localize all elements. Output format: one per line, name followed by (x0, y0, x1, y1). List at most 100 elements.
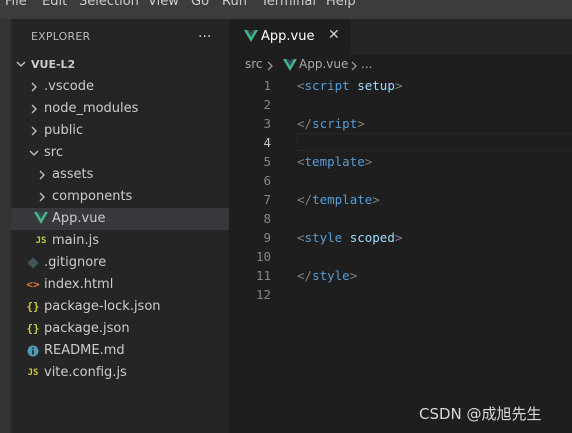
chevron-down-icon (29, 150, 39, 156)
code-line: <template> (297, 154, 372, 169)
breadcrumb-folder[interactable]: src (245, 57, 263, 71)
tab-bar: App.vue ✕ (229, 19, 572, 54)
code-line: </template> (297, 192, 380, 207)
tree-item-label: src (44, 145, 63, 160)
tree-item-label: App.vue (52, 211, 106, 226)
menu-help[interactable]: Help (326, 0, 356, 9)
tree-item-label: README.md (44, 343, 125, 358)
code-token: style (304, 230, 343, 245)
chevron-right-icon (31, 82, 37, 92)
tree-item-vite-config-js[interactable]: JS vite.config.js (11, 362, 229, 384)
menu-selection[interactable]: Selection (79, 0, 139, 9)
tree-item-readme-md[interactable]: README.md (11, 340, 229, 362)
more-actions-icon[interactable]: ... (198, 25, 211, 41)
code-token: > (364, 154, 373, 169)
tab-app-vue[interactable]: App.vue ✕ (229, 19, 351, 54)
tree-item-gitignore[interactable]: .gitignore (11, 252, 229, 274)
code-token: template (312, 192, 373, 207)
vscode-window: File Edit Selection View Go Run Terminal… (0, 0, 572, 433)
tree-item-label: node_modules (44, 101, 139, 116)
project-folder-row[interactable]: VUE-L2 (11, 54, 229, 76)
menu-view[interactable]: View (148, 0, 179, 9)
tree-item-main-js[interactable]: JS main.js (11, 230, 229, 252)
tree-item-assets[interactable]: assets (11, 164, 229, 186)
tree-item-label: components (52, 189, 133, 204)
tree-item-label: public (44, 123, 84, 138)
code-token: scoped (349, 230, 395, 245)
menu-bar: File Edit Selection View Go Run Terminal… (0, 0, 572, 19)
line-number: 1 (263, 78, 271, 93)
tab-label: App.vue (261, 29, 315, 44)
activity-bar (0, 19, 11, 433)
tree-item-components[interactable]: components (11, 186, 229, 208)
code-token: > (394, 230, 403, 245)
code-token: script (304, 78, 350, 93)
code-line: <style scoped> (297, 230, 402, 245)
tree-item-vscode[interactable]: .vscode (11, 76, 229, 98)
js-icon: JS (27, 368, 39, 378)
tree-item-label: package-lock.json (44, 299, 161, 314)
editor-pane: App.vue ✕ src App.vue ... 1 2 3 4 5 6 7 … (229, 19, 572, 433)
chevron-right-icon (39, 192, 45, 202)
html-icon: <> (26, 278, 40, 291)
json-icon: {} (26, 300, 40, 313)
code-token: < (297, 230, 305, 245)
vue-icon (283, 59, 297, 71)
vue-icon (244, 30, 258, 42)
tree-item-label: vite.config.js (44, 365, 127, 380)
tree-item-label: index.html (44, 277, 114, 292)
line-number: 6 (263, 173, 271, 188)
line-number: 8 (263, 211, 271, 226)
line-number: 3 (263, 116, 271, 131)
code-token: style (312, 268, 350, 283)
code-line: </script> (297, 116, 365, 131)
menu-terminal[interactable]: Terminal (261, 0, 316, 9)
menu-edit[interactable]: Edit (42, 0, 67, 9)
code-area[interactable]: 1 2 3 4 5 6 7 8 9 10 11 12 <script setup… (229, 76, 572, 433)
watermark: CSDN @成旭先生 (419, 405, 542, 423)
line-number: 4 (263, 135, 271, 150)
tree-item-public[interactable]: public (11, 120, 229, 142)
chevron-right-icon (31, 126, 37, 136)
code-token: < (297, 78, 305, 93)
code-token: > (349, 268, 358, 283)
tree-item-index-html[interactable]: <> index.html (11, 274, 229, 296)
chevron-down-icon (16, 61, 26, 67)
tree-item-node-modules[interactable]: node_modules (11, 98, 229, 120)
code-line: <script setup> (297, 78, 402, 93)
menu-run[interactable]: Run (222, 0, 247, 9)
breadcrumb: src App.vue ... (229, 54, 572, 76)
explorer-sidebar: EXPLORER ... VUE-L2 .vscode node_modules (11, 19, 229, 433)
tree-item-label: assets (52, 167, 94, 182)
breadcrumb-file[interactable]: App.vue (299, 57, 348, 71)
line-number: 7 (263, 192, 271, 207)
tree-item-package-json[interactable]: {} package.json (11, 318, 229, 340)
line-number: 5 (263, 154, 271, 169)
code-token: </ (297, 268, 313, 283)
explorer-title: EXPLORER (31, 30, 91, 43)
explorer-header: EXPLORER ... (11, 19, 229, 54)
chevron-right-icon (267, 61, 273, 71)
js-icon: JS (35, 236, 47, 246)
code-token: setup (357, 78, 395, 93)
menu-go[interactable]: Go (191, 0, 209, 9)
info-icon (27, 345, 39, 357)
vue-icon (34, 212, 48, 224)
project-name: VUE-L2 (31, 58, 76, 71)
close-icon[interactable]: ✕ (328, 27, 340, 43)
tree-item-package-lock-json[interactable]: {} package-lock.json (11, 296, 229, 318)
code-token: > (372, 192, 380, 207)
menu-file[interactable]: File (5, 0, 27, 9)
line-number: 12 (255, 287, 271, 302)
line-number: 11 (255, 268, 271, 283)
git-icon (27, 257, 39, 269)
code-token: </ (297, 192, 313, 207)
line-number: 9 (263, 230, 271, 245)
chevron-right-icon (351, 61, 357, 71)
json-icon: {} (26, 322, 40, 335)
tree-item-src[interactable]: src (11, 142, 229, 164)
code-token: template (304, 154, 365, 169)
line-number: 10 (255, 249, 271, 264)
tree-item-app-vue[interactable]: App.vue (11, 208, 229, 230)
breadcrumb-symbol[interactable]: ... (361, 57, 372, 71)
